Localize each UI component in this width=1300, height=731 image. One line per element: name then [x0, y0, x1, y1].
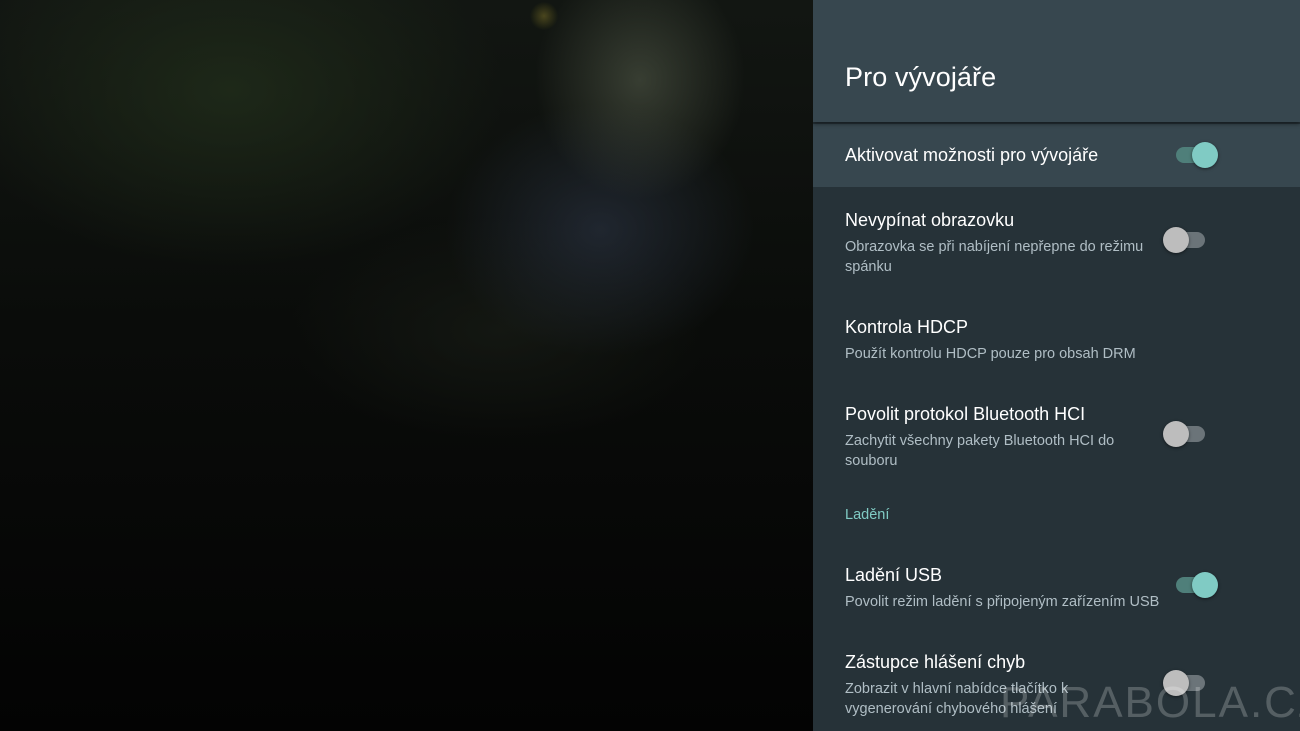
setting-usb-debug-title: Ladění USB	[845, 565, 943, 585]
background-flower	[530, 2, 558, 30]
watermark: PARABOLA.CZ	[1000, 678, 1300, 727]
setting-bt-hci-title: Povolit protokol Bluetooth HCI	[845, 404, 1086, 424]
background-artwork	[0, 0, 813, 731]
setting-bug-report-title: Zástupce hlášení chyb	[845, 652, 1026, 672]
setting-usb-debug-subtitle: Povolit režim ladění s připojeným zaříze…	[845, 594, 1160, 610]
settings-panel: Pro vývojáře Aktivovat možnosti pro vývo…	[813, 0, 1300, 731]
usb-debug-toggle[interactable]	[1172, 570, 1218, 600]
page-title: Pro vývojáře	[845, 62, 997, 92]
toggle-thumb	[1163, 421, 1189, 447]
setting-bt-hci[interactable]: Povolit protokol Bluetooth HCI Zachytit …	[813, 390, 1300, 485]
bt-hci-toggle[interactable]	[1163, 419, 1209, 449]
toggle-thumb	[1192, 572, 1218, 598]
panel-header: Pro vývojáře	[813, 0, 1300, 122]
setting-stay-awake-subtitle: Obrazovka se při nabíjení nepřepne do re…	[845, 239, 1144, 275]
setting-hdcp-title: Kontrola HDCP	[845, 317, 969, 337]
setting-usb-debug[interactable]: Ladění USB Povolit režim ladění s připoj…	[813, 550, 1300, 630]
toggle-thumb	[1163, 227, 1189, 253]
section-header-debugging: Ladění	[845, 507, 890, 523]
setting-hdcp-subtitle: Použít kontrolu HDCP pouze pro obsah DRM	[845, 346, 1136, 362]
setting-developer-options-title: Aktivovat možnosti pro vývojáře	[845, 145, 1099, 165]
setting-stay-awake[interactable]: Nevypínat obrazovku Obrazovka se při nab…	[813, 195, 1300, 290]
setting-hdcp[interactable]: Kontrola HDCP Použít kontrolu HDCP pouze…	[813, 300, 1300, 380]
setting-developer-options[interactable]: Aktivovat možnosti pro vývojáře	[813, 124, 1300, 187]
developer-options-toggle[interactable]	[1172, 140, 1218, 170]
setting-stay-awake-title: Nevypínat obrazovku	[845, 210, 1015, 230]
stay-awake-toggle[interactable]	[1163, 225, 1209, 255]
toggle-thumb	[1192, 142, 1218, 168]
setting-bt-hci-subtitle: Zachytit všechny pakety Bluetooth HCI do…	[845, 433, 1115, 469]
